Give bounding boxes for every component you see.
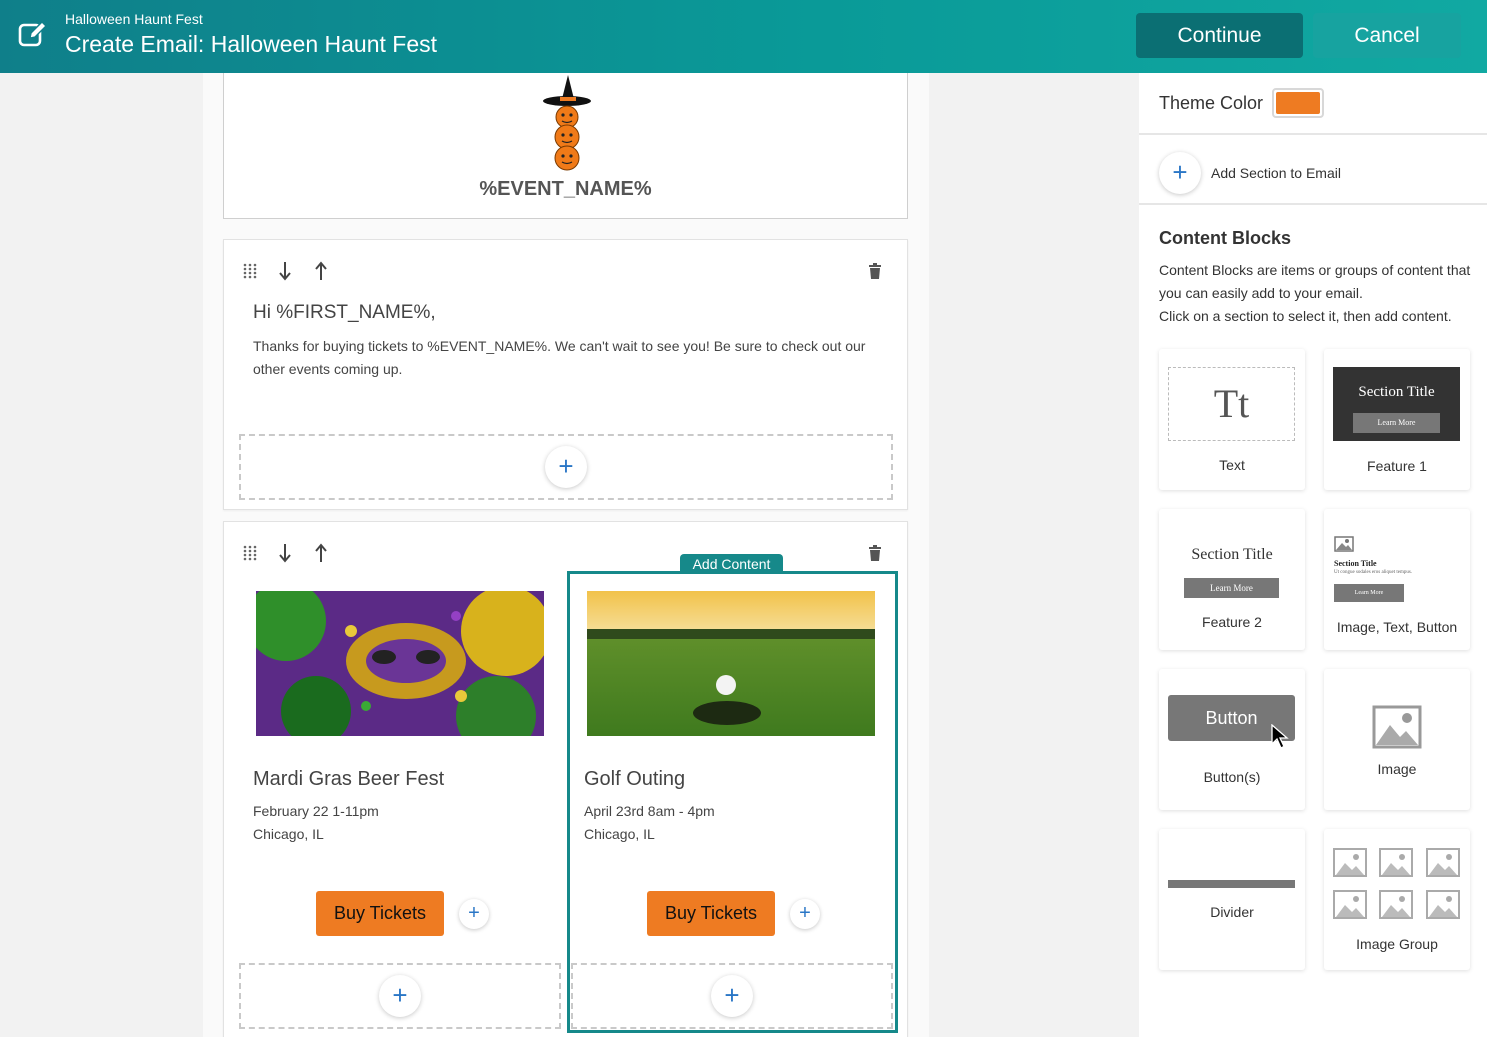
add-content-plus-icon[interactable]: +: [711, 975, 753, 1017]
mouse-cursor-icon: [1271, 724, 1289, 749]
block-label: Image: [1377, 761, 1417, 777]
add-content-dropzone[interactable]: +: [239, 434, 893, 500]
event-name-placeholder: %EVENT_NAME%: [479, 178, 652, 200]
move-up-icon[interactable]: [314, 543, 328, 563]
add-content-plus-icon[interactable]: +: [545, 446, 587, 488]
preview-text: Ut congue sodales eros aliquet tempus.: [1334, 570, 1413, 575]
block-feature-1[interactable]: Section Title Learn More Feature 1: [1324, 349, 1470, 490]
block-label: Feature 2: [1202, 614, 1262, 630]
move-down-icon[interactable]: [278, 261, 292, 281]
content-blocks-description: Content Blocks are items or groups of co…: [1159, 259, 1474, 328]
pumpkin-witch-logo: [543, 75, 591, 171]
content-panel: Theme Color + Add Section to Email Conte…: [1139, 73, 1487, 1037]
theme-color-label: Theme Color: [1159, 93, 1264, 113]
event-date[interactable]: April 23rd 8am - 4pm: [584, 800, 715, 823]
theme-color-row: Theme Color: [1139, 73, 1487, 135]
content-blocks-title: Content Blocks: [1159, 228, 1292, 248]
image-placeholder-icon: [1372, 705, 1422, 749]
add-section-plus-icon[interactable]: +: [1159, 152, 1201, 194]
continue-button[interactable]: Continue: [1136, 13, 1303, 58]
block-image-text-button[interactable]: Section Title Ut congue sodales eros ali…: [1324, 509, 1470, 650]
trash-icon[interactable]: [868, 263, 882, 279]
block-image[interactable]: Image: [1324, 669, 1470, 810]
theme-color-swatch[interactable]: [1272, 88, 1324, 118]
preview-title: Section Title: [1358, 384, 1435, 400]
page-title: Create Email: Halloween Haunt Fest: [65, 31, 437, 57]
drag-handle-icon[interactable]: [243, 263, 257, 279]
block-image-group[interactable]: Image Group: [1324, 829, 1470, 970]
event-title[interactable]: Golf Outing: [584, 768, 685, 791]
trash-icon[interactable]: [868, 545, 882, 561]
add-content-plus-icon[interactable]: +: [379, 975, 421, 1017]
add-section-label[interactable]: Add Section to Email: [1211, 165, 1341, 181]
golf-image[interactable]: [587, 591, 875, 736]
preview-title: Section Title: [1191, 546, 1273, 563]
preview-button: Learn More: [1353, 413, 1440, 433]
block-feature-2[interactable]: Section Title Learn More Feature 2: [1159, 509, 1305, 650]
add-section-row[interactable]: + Add Section to Email: [1139, 137, 1487, 205]
edit-email-icon: [18, 21, 47, 47]
block-label: Divider: [1210, 904, 1254, 920]
preview-title: Section Title: [1334, 559, 1377, 568]
preview-button: Learn More: [1334, 584, 1404, 602]
content-blocks-desc-line: Content Blocks are items or groups of co…: [1159, 262, 1471, 301]
event-date[interactable]: February 22 1-11pm: [253, 800, 379, 823]
preview-button: Learn More: [1184, 578, 1279, 598]
add-content-tag[interactable]: Add Content: [680, 554, 783, 573]
event-title[interactable]: Mardi Gras Beer Fest: [253, 768, 444, 791]
greeting-text[interactable]: Hi %FIRST_NAME%,: [253, 302, 436, 324]
buy-tickets-button[interactable]: Buy Tickets: [316, 891, 444, 936]
cancel-button[interactable]: Cancel: [1313, 13, 1461, 58]
greeting-section[interactable]: Hi %FIRST_NAME%, Thanks for buying ticke…: [223, 239, 908, 510]
add-button-plus-icon[interactable]: +: [790, 899, 820, 929]
event-location[interactable]: Chicago, IL: [253, 823, 324, 846]
block-label: Image, Text, Button: [1336, 619, 1458, 635]
buy-tickets-button[interactable]: Buy Tickets: [647, 891, 775, 936]
header-subtitle: Halloween Haunt Fest: [65, 11, 203, 27]
block-label: Feature 1: [1367, 458, 1427, 474]
mardi-gras-image[interactable]: [256, 591, 544, 736]
email-header-block[interactable]: %EVENT_NAME%: [223, 73, 908, 219]
image-group-preview: [1333, 848, 1463, 922]
image-placeholder-icon: [1334, 536, 1354, 552]
divider-preview: [1168, 880, 1295, 888]
block-label: Image Group: [1356, 936, 1438, 952]
block-text[interactable]: Tt Text: [1159, 349, 1305, 490]
feature-1-preview: Section Title Learn More: [1333, 367, 1460, 441]
add-button-plus-icon[interactable]: +: [459, 899, 489, 929]
events-section[interactable]: Mardi Gras Beer Fest February 22 1-11pm …: [223, 521, 908, 1037]
event-location[interactable]: Chicago, IL: [584, 823, 655, 846]
block-label: Text: [1219, 457, 1245, 473]
text-block-preview: Tt: [1168, 367, 1295, 441]
add-content-dropzone[interactable]: +: [571, 963, 893, 1029]
block-label: Button(s): [1203, 769, 1261, 785]
drag-handle-icon[interactable]: [243, 545, 257, 561]
move-down-icon[interactable]: [278, 543, 292, 563]
top-bar: Halloween Haunt Fest Create Email: Hallo…: [0, 0, 1487, 73]
message-text[interactable]: Thanks for buying tickets to %EVENT_NAME…: [253, 335, 873, 381]
add-content-dropzone[interactable]: +: [239, 963, 561, 1029]
block-divider[interactable]: Divider: [1159, 829, 1305, 970]
content-blocks-desc-line: Click on a section to select it, then ad…: [1159, 308, 1452, 324]
move-up-icon[interactable]: [314, 261, 328, 281]
